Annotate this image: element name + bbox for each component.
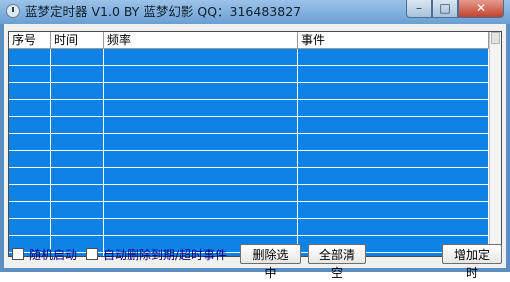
- client-area: 序号 时间 频率 事件 随机启动 自动删除到期/超时事件 删除选中 全部清空 增…: [4, 24, 506, 280]
- app-window: 蓝梦定时器 V1.0 BY 蓝梦幻影 QQ：316483827 – □ ✕ 序号…: [0, 0, 510, 280]
- bottom-controls: 随机启动 自动删除到期/超时事件 删除选中 全部清空 增加定时: [4, 237, 506, 280]
- row-divider: [9, 65, 489, 66]
- column-header-index[interactable]: 序号: [9, 32, 51, 48]
- list-header: 序号 时间 频率 事件: [9, 32, 489, 49]
- column-header-time[interactable]: 时间: [51, 32, 104, 48]
- row-divider: [9, 184, 489, 185]
- row-divider: [9, 150, 489, 151]
- checkbox-icon[interactable]: [86, 248, 98, 260]
- row-divider: [9, 99, 489, 100]
- window-title: 蓝梦定时器 V1.0 BY 蓝梦幻影 QQ：316483827: [25, 4, 302, 19]
- add-timer-button[interactable]: 增加定时: [442, 244, 502, 280]
- row-divider: [9, 201, 489, 202]
- app-icon: [6, 4, 20, 18]
- clear-all-button[interactable]: 全部清空: [308, 244, 366, 280]
- scroll-up-icon[interactable]: [491, 32, 500, 44]
- random-start-label: 随机启动: [29, 247, 78, 262]
- row-divider: [9, 218, 489, 219]
- vertical-scrollbar[interactable]: [489, 32, 501, 256]
- checkbox-icon[interactable]: [12, 248, 24, 260]
- maximize-button[interactable]: □: [432, 0, 458, 18]
- auto-delete-label: 自动删除到期/超时事件: [103, 247, 228, 262]
- timer-list[interactable]: 序号 时间 频率 事件: [8, 31, 502, 257]
- column-divider: [103, 49, 104, 256]
- column-header-frequency[interactable]: 频率: [104, 32, 298, 48]
- row-divider: [9, 116, 489, 117]
- list-rows[interactable]: [9, 49, 489, 256]
- column-header-event[interactable]: 事件: [298, 32, 489, 48]
- column-divider: [297, 49, 298, 256]
- row-divider: [9, 133, 489, 134]
- row-divider: [9, 235, 489, 236]
- minimize-button[interactable]: –: [406, 0, 432, 18]
- row-divider: [9, 167, 489, 168]
- delete-selected-button[interactable]: 删除选中: [240, 244, 301, 280]
- column-divider: [50, 49, 51, 256]
- row-divider: [9, 82, 489, 83]
- random-start-checkbox[interactable]: 随机启动: [12, 247, 78, 262]
- auto-delete-checkbox[interactable]: 自动删除到期/超时事件: [86, 247, 228, 262]
- close-button[interactable]: ✕: [458, 0, 504, 18]
- title-bar[interactable]: 蓝梦定时器 V1.0 BY 蓝梦幻影 QQ：316483827 – □ ✕: [0, 0, 510, 24]
